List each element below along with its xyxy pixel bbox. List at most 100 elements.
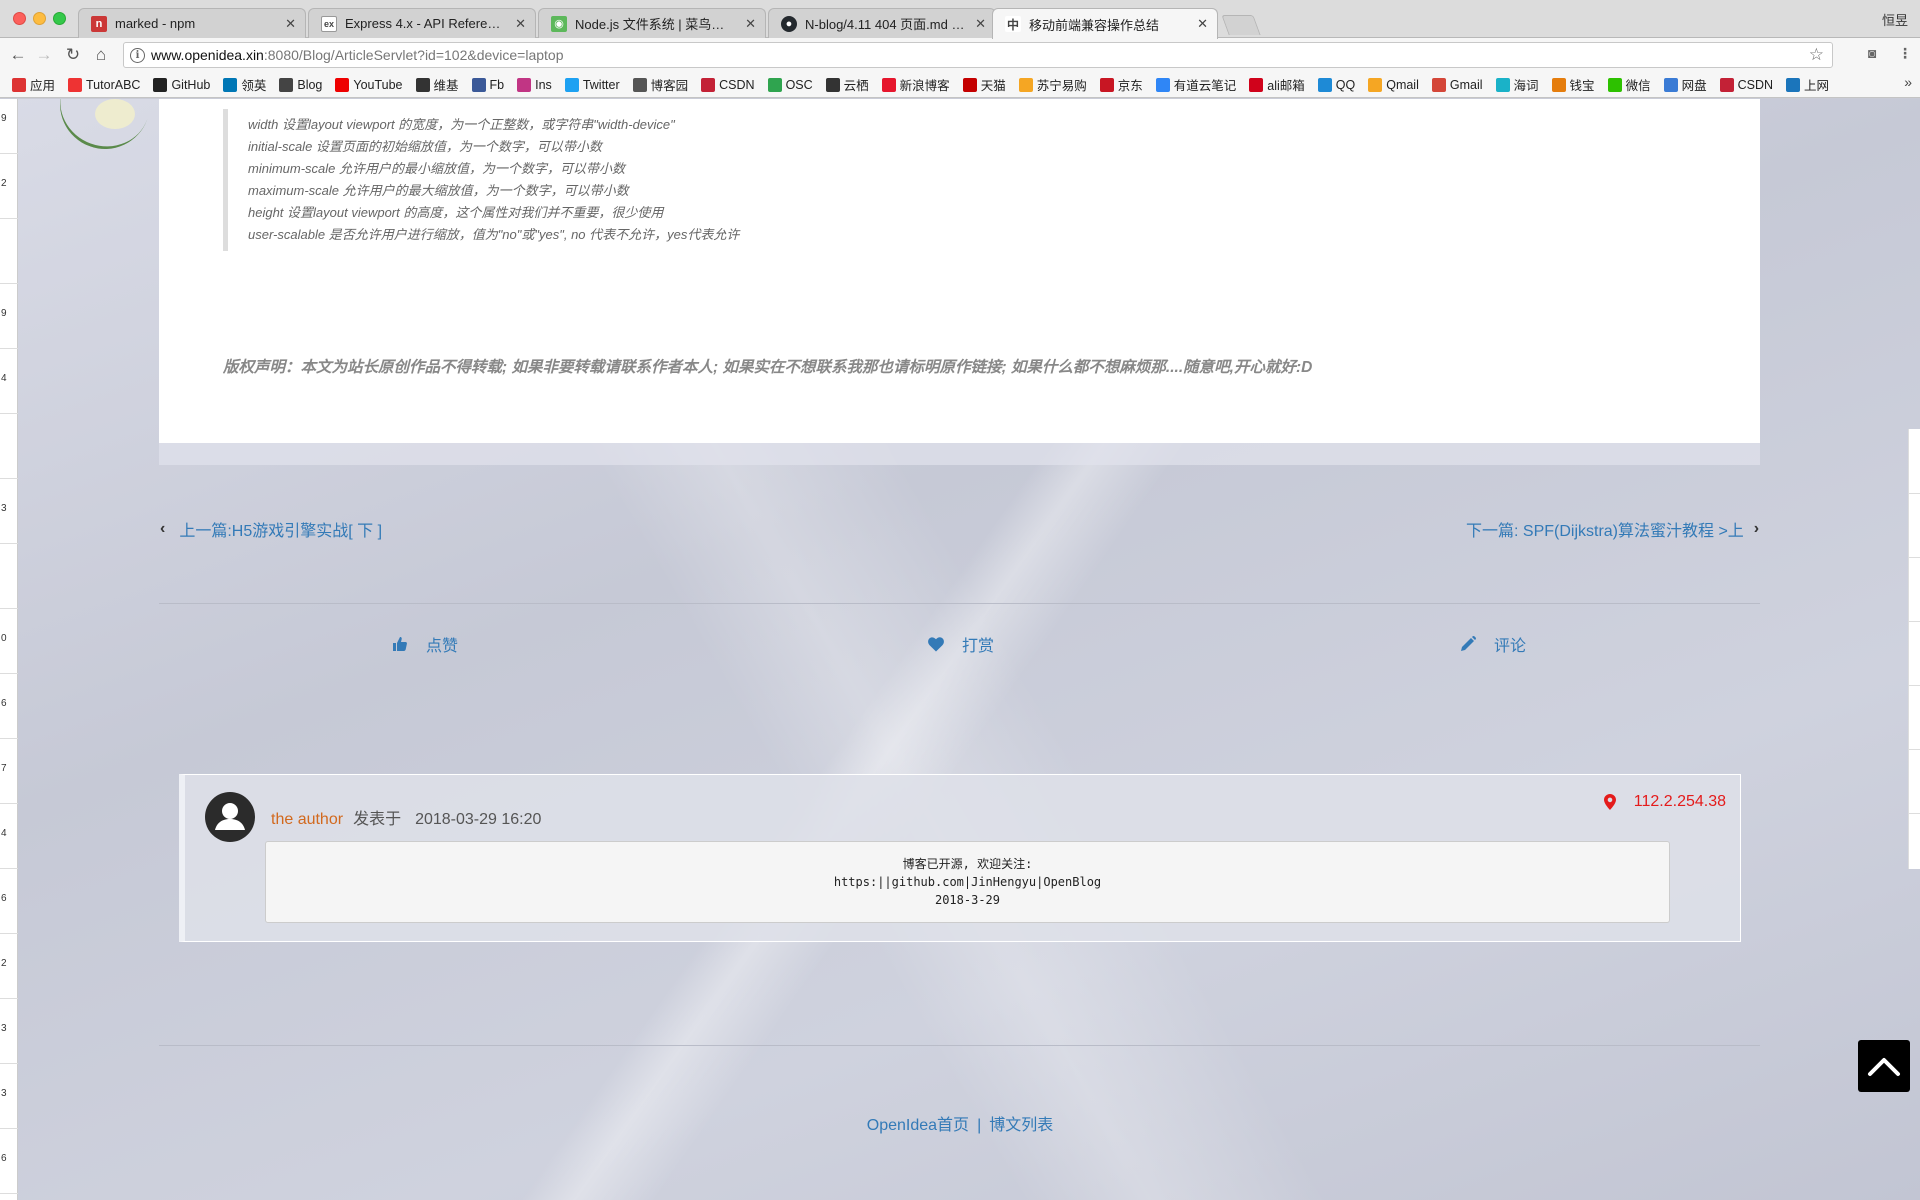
ruler-mark: 6: [1, 893, 7, 904]
window-minimize-button[interactable]: [33, 12, 46, 25]
bookmark-item[interactable]: GitHub: [153, 77, 210, 92]
camera-icon[interactable]: ◙: [1868, 45, 1876, 61]
bookmark-item[interactable]: 海词: [1495, 75, 1539, 94]
bookmark-item[interactable]: Gmail: [1431, 77, 1483, 92]
bookmark-item[interactable]: QQ: [1317, 77, 1355, 92]
ruler-mark: 3: [1, 503, 7, 514]
url-host: www.openidea.xin: [151, 47, 264, 63]
tab-title: marked - npm: [115, 16, 196, 31]
quote-line: initial-scale 设置页面的初始缩放值，为一个数字，可以带小数: [248, 139, 602, 154]
address-bar[interactable]: i www.openidea.xin :8080/Blog/ArticleSer…: [123, 42, 1833, 68]
tab-strip: n marked - npm ✕ ex Express 4.x - API Re…: [0, 0, 1920, 39]
comment-line: 博客已开源, 欢迎关注:: [902, 857, 1033, 871]
quote-line: height 设置layout viewport 的高度，这个属性对我们并不重要…: [248, 205, 664, 220]
close-icon[interactable]: ✕: [975, 16, 986, 32]
bookmark-item[interactable]: Twitter: [564, 77, 620, 92]
divider: [159, 603, 1760, 604]
bookmark-item[interactable]: 钱宝: [1551, 75, 1595, 94]
ruler-divider: [0, 608, 18, 609]
bookmark-item[interactable]: Qmail: [1368, 77, 1419, 92]
close-icon[interactable]: ✕: [745, 16, 756, 32]
bookmark-item[interactable]: ali邮箱: [1249, 75, 1305, 94]
tab-title: 移动前端兼容操作总结: [1029, 17, 1160, 33]
next-post-link[interactable]: 下一篇: SPF(Dijkstra)算法蜜汁教程 >上 ›: [1466, 517, 1759, 541]
bookmark-item[interactable]: Fb: [471, 77, 504, 92]
right-side-panel[interactable]: [1908, 429, 1920, 869]
tab-marked-npm[interactable]: n marked - npm ✕: [78, 8, 306, 38]
bookmark-item[interactable]: CSDN: [1719, 77, 1774, 92]
bookmark-label: OSC: [785, 77, 813, 92]
bookmark-item[interactable]: Blog: [279, 77, 322, 92]
comment-button[interactable]: 评论: [1460, 632, 1526, 656]
comment-line: https:||github.com|JinHengyu|OpenBlog: [833, 875, 1102, 889]
gmail-icon: [1431, 77, 1446, 92]
quote-line: width 设置layout viewport 的宽度，为一个正整数，或字符串"…: [248, 117, 675, 132]
bookmark-label: CSDN: [1737, 77, 1774, 92]
ruler-divider: [0, 933, 18, 934]
bookmark-item[interactable]: YouTube: [335, 77, 403, 92]
bookmark-star-icon[interactable]: ☆: [1809, 45, 1824, 65]
ip-address: 112.2.254.38: [1633, 793, 1726, 810]
bookmark-item[interactable]: 新浪博客: [881, 75, 950, 94]
home-icon[interactable]: ⌂: [91, 45, 111, 65]
info-icon[interactable]: i: [130, 47, 145, 63]
tab-express-api[interactable]: ex Express 4.x - API Reference ✕: [308, 8, 536, 38]
bookmark-label: 钱宝: [1569, 79, 1595, 93]
new-tab-button[interactable]: [1221, 15, 1261, 35]
bookmark-item[interactable]: 应用: [12, 75, 55, 94]
ruler-mark: 2: [1, 958, 7, 969]
like-button[interactable]: 点赞: [392, 632, 458, 656]
bookmark-item[interactable]: 京东: [1099, 75, 1143, 94]
back-to-top-button[interactable]: [1858, 1040, 1910, 1092]
user-icon: [215, 803, 245, 830]
close-icon[interactable]: ✕: [285, 16, 296, 32]
ruler-divider: [0, 413, 18, 414]
bookmark-item[interactable]: 领英: [223, 75, 266, 94]
profile-button[interactable]: 恒昱: [1882, 10, 1908, 29]
comment-meta: the author 发表于 2018-03-29 16:20: [271, 805, 541, 829]
close-icon[interactable]: ✕: [515, 16, 526, 32]
window-close-button[interactable]: [13, 12, 26, 25]
forward-arrow-icon[interactable]: →: [34, 45, 54, 65]
bookmarks-overflow-button[interactable]: »: [1904, 74, 1912, 90]
viewport-properties-quote: width 设置layout viewport 的宽度，为一个正整数，或字符串"…: [223, 109, 739, 251]
ruler-divider: [0, 1063, 18, 1064]
tab-nodejs-fs[interactable]: ◉ Node.js 文件系统 | 菜鸟教程 ✕: [538, 8, 766, 38]
bookmark-item[interactable]: 微信: [1607, 75, 1651, 94]
reload-icon[interactable]: ↻: [63, 45, 83, 65]
footer-list-link[interactable]: 博文列表: [989, 1117, 1053, 1134]
footer-home-link[interactable]: OpenIdea首页: [867, 1117, 969, 1134]
back-arrow-icon[interactable]: ←: [8, 45, 28, 65]
bookmark-item[interactable]: TutorABC: [68, 77, 140, 92]
bookmark-label: 维基: [433, 79, 459, 93]
close-icon[interactable]: ✕: [1197, 16, 1208, 32]
reward-button[interactable]: 打赏: [928, 632, 994, 656]
qianbao-icon: [1551, 77, 1566, 92]
bookmark-item[interactable]: 云栖: [825, 75, 869, 94]
qq-icon: [1317, 77, 1332, 92]
tab-mobile-compat[interactable]: 中 移动前端兼容操作总结 ✕: [992, 8, 1218, 39]
tab-nblog-github[interactable]: ● N-blog/4.11 404 页面.md at ma ✕: [768, 8, 996, 38]
bookmark-item[interactable]: Ins: [517, 77, 552, 92]
yunqi-icon: [825, 77, 840, 92]
bookmark-item[interactable]: 上网: [1786, 75, 1829, 94]
panel-divider: [1909, 685, 1920, 686]
prev-post-link[interactable]: ‹ 上一篇:H5游戏引擎实战[ 下 ]: [160, 517, 382, 541]
bookmark-item[interactable]: 维基: [415, 75, 459, 94]
bookmark-label: CSDN: [719, 77, 755, 92]
bookmark-item[interactable]: OSC: [767, 77, 813, 92]
alimail-icon: [1249, 77, 1264, 92]
page-viewport[interactable]: 9 2 9 4 3 0 6 7 4 6 2 3 3 6 width 设置layout viewport 的…: [0, 99, 1920, 1200]
facebook-icon: [471, 77, 486, 92]
bookmark-item[interactable]: 博客园: [632, 75, 688, 94]
bookmark-label: Qmail: [1386, 77, 1419, 92]
bookmark-item[interactable]: 苏宁易购: [1018, 75, 1087, 94]
bookmark-item[interactable]: 有道云笔记: [1155, 75, 1236, 94]
comment-author[interactable]: the author: [271, 811, 343, 828]
bookmark-item[interactable]: CSDN: [701, 77, 755, 92]
bookmark-item[interactable]: 网盘: [1663, 75, 1707, 94]
bookmark-label: 上网: [1804, 79, 1830, 93]
menu-icon[interactable]: ⋮: [1898, 45, 1912, 62]
bookmark-item[interactable]: 天猫: [962, 75, 1006, 94]
window-maximize-button[interactable]: [53, 12, 66, 25]
